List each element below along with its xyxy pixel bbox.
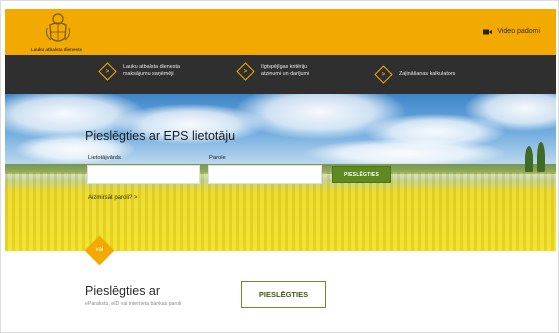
or-divider-text: vai: [95, 247, 104, 253]
eps-login-button[interactable]: PIESLĒGTIES: [332, 166, 391, 183]
nav-item-label-line2: atzinumi un darījumi: [261, 71, 310, 77]
nav-item-payment-recipients[interactable]: > Lauku atbalsta dienesta maksājumu saņē…: [98, 61, 180, 81]
logo[interactable]: Lauku atbalsta dienests: [31, 12, 85, 54]
password-label: Parole: [209, 155, 226, 161]
page: Lauku atbalsta dienests Video padomi > L…: [0, 0, 559, 333]
nav-item-sustainability-criteria[interactable]: > Ilgtspējīgas kritēriju atzinumi un dar…: [236, 61, 310, 81]
nav-item-label-line2: maksājumu saņēmēji: [123, 71, 174, 77]
alt-login-button[interactable]: PIESLĒGTIES: [241, 281, 326, 308]
coat-of-arms-icon: [46, 13, 70, 42]
video-tips-label: Video padomi: [497, 28, 540, 35]
hero-login-section: Pieslēgties ar EPS lietotāju Lietotājvār…: [5, 94, 556, 251]
video-tips-link[interactable]: Video padomi: [483, 28, 540, 35]
logo-text: Lauku atbalsta dienests: [31, 47, 83, 52]
username-label: Lietotājvārds: [88, 155, 121, 161]
nav-item-greening-calculator[interactable]: > Zaļināšanas kalkulators: [374, 65, 456, 84]
main-nav: > Lauku atbalsta dienesta maksājumu saņē…: [5, 55, 556, 94]
chevron-diamond-icon: >: [236, 61, 255, 81]
hero-title: Pieslēgties ar EPS lietotāju: [85, 129, 236, 143]
cloud: [305, 139, 505, 167]
alt-login-subtitle: eParakstu, eID vai interneta bankas paro…: [85, 301, 182, 307]
chevron-diamond-icon: >: [98, 61, 117, 81]
chevron-diamond-icon: >: [374, 65, 393, 84]
username-input[interactable]: [87, 165, 200, 184]
top-header: Lauku atbalsta dienests Video padomi: [5, 9, 556, 55]
nav-item-label-line1: Zaļināšanas kalkulators: [399, 71, 456, 77]
password-input[interactable]: [208, 165, 322, 184]
alt-login-title: Pieslēgties ar: [85, 284, 161, 298]
tree: [537, 142, 545, 172]
nav-item-label-line1: Ilgtspējīgas kritēriju: [261, 64, 308, 70]
tree: [525, 146, 533, 172]
forgot-password-link[interactable]: Aizmirsāt paroli? >: [88, 195, 138, 201]
nav-item-label-line1: Lauku atbalsta dienesta: [123, 64, 180, 70]
video-camera-icon: [483, 29, 493, 34]
